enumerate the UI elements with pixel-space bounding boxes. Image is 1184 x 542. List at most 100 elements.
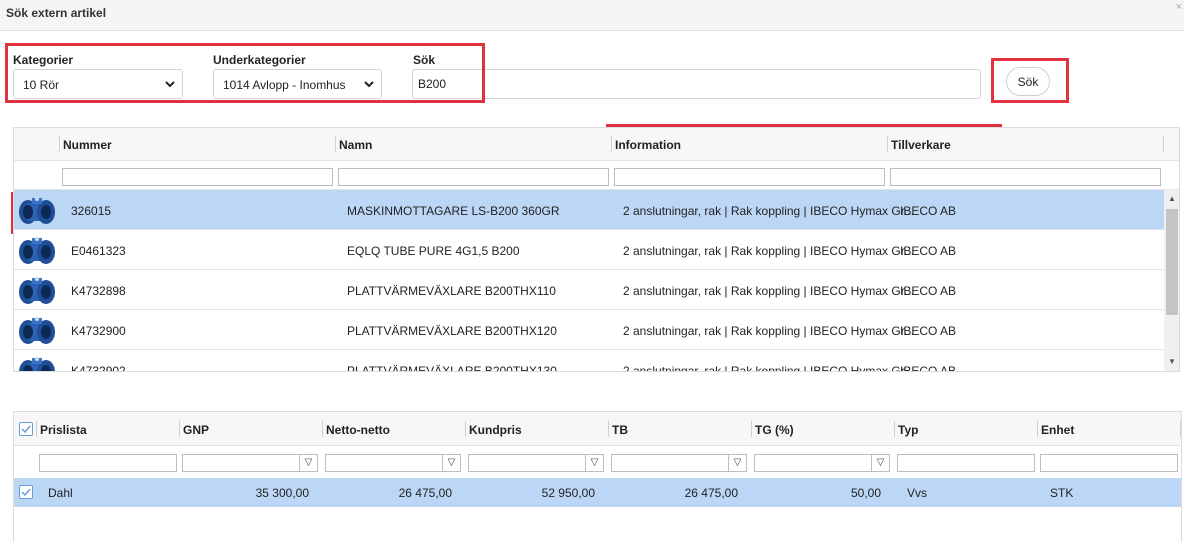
column-nummer[interactable]: Nummer	[63, 138, 112, 152]
articles-grid: Nummer Namn Information Tillverkare 3260…	[13, 127, 1180, 372]
cell-typ: Vvs	[907, 486, 928, 500]
cell-tillverkare: IBECO AB	[900, 324, 957, 338]
price-row[interactable]: Dahl 35 300,00 26 475,00 52 950,00 26 47…	[14, 478, 1181, 507]
filter-input-gnp[interactable]	[182, 454, 300, 472]
cell-enhet: STK	[1050, 486, 1074, 500]
filter-input-information[interactable]	[614, 168, 885, 186]
cell-information: 2 anslutningar, rak | Rak koppling | IBE…	[623, 364, 915, 372]
cell-nummer: K4732902	[71, 364, 126, 372]
filter-icon[interactable]: ▽	[872, 454, 890, 472]
title-bar: Sök extern artikel ×	[0, 0, 1184, 31]
product-image[interactable]	[17, 233, 57, 267]
article-row[interactable]: E0461323 EQLQ TUBE PURE 4G1,5 B200 2 anslu…	[14, 230, 1164, 270]
cell-tillverkare: IBECO AB	[900, 244, 957, 258]
chevron-down-icon	[364, 81, 374, 88]
filter-input-tb[interactable]	[611, 454, 729, 472]
prices-grid: Prislista GNP Netto-netto Kundpris TB TG…	[13, 411, 1182, 542]
product-image[interactable]	[17, 353, 57, 371]
articles-filter-row	[14, 161, 1179, 190]
window-title: Sök extern artikel	[6, 6, 107, 20]
scroll-down-icon[interactable]: ▼	[1167, 357, 1177, 367]
filter-icon[interactable]: ▽	[300, 454, 318, 472]
cell-namn: PLATTVÄRMEVÄXLARE B200THX110	[347, 284, 556, 298]
articles-header: Nummer Namn Information Tillverkare	[14, 128, 1179, 161]
column-separator	[465, 421, 466, 437]
column-separator	[179, 421, 180, 437]
column-prislista[interactable]: Prislista	[40, 423, 87, 437]
cell-nummer: K4732898	[71, 284, 126, 298]
column-separator	[887, 136, 888, 152]
search-button[interactable]: Sök	[1006, 67, 1050, 96]
filter-input-tg[interactable]	[754, 454, 872, 472]
column-separator	[608, 421, 609, 437]
filter-input-nummer[interactable]	[62, 168, 333, 186]
filter-icon[interactable]: ▽	[729, 454, 747, 472]
cell-namn: EQLQ TUBE PURE 4G1,5 B200	[347, 244, 520, 258]
cell-namn: MASKINMOTTAGARE LS-B200 360GR	[347, 204, 560, 218]
cell-tillverkare: IBECO AB	[900, 364, 957, 372]
subcategory-select[interactable]: 1014 Avlopp - Inomhus	[213, 69, 382, 99]
column-separator	[59, 136, 60, 152]
column-tillverkare[interactable]: Tillverkare	[891, 138, 951, 152]
scrollbar-thumb[interactable]	[1166, 209, 1178, 315]
filter-input-namn[interactable]	[338, 168, 609, 186]
prices-header: Prislista GNP Netto-netto Kundpris TB TG…	[14, 412, 1181, 446]
column-information[interactable]: Information	[615, 138, 681, 152]
close-icon[interactable]: ×	[1176, 2, 1182, 13]
column-separator	[335, 136, 336, 152]
filter-input-prislista[interactable]	[39, 454, 177, 472]
filter-icon[interactable]: ▽	[586, 454, 604, 472]
column-separator	[1037, 421, 1038, 437]
filter-input-netto-netto[interactable]	[325, 454, 443, 472]
column-namn[interactable]: Namn	[339, 138, 372, 152]
column-kundpris[interactable]: Kundpris	[469, 423, 522, 437]
chevron-down-icon	[165, 81, 175, 88]
filter-icon[interactable]: ▽	[443, 454, 461, 472]
check-icon	[21, 488, 31, 497]
column-separator	[322, 421, 323, 437]
prices-filter-row: ▽ ▽ ▽ ▽ ▽	[14, 446, 1181, 477]
product-image[interactable]	[17, 193, 57, 227]
article-row[interactable]: 326015 MASKINMOTTAGARE LS-B200 360GR 2 ans…	[14, 190, 1164, 230]
column-tb[interactable]: TB	[612, 423, 628, 437]
cell-tillverkare: IBECO AB	[900, 284, 957, 298]
column-separator	[36, 421, 37, 437]
column-gnp[interactable]: GNP	[183, 423, 209, 437]
cell-information: 2 anslutningar, rak | Rak koppling | IBE…	[623, 324, 915, 338]
cell-tillverkare: IBECO AB	[900, 204, 957, 218]
select-all-checkbox[interactable]	[19, 422, 33, 436]
article-row[interactable]: K4732900 PLATTVÄRMEVÄXLARE B200THX120 2 an…	[14, 310, 1164, 350]
cell-nummer: E0461323	[71, 244, 126, 258]
cell-information: 2 anslutningar, rak | Rak koppling | IBE…	[623, 204, 915, 218]
product-image[interactable]	[17, 313, 57, 347]
column-typ[interactable]: Typ	[898, 423, 918, 437]
cell-nummer: K4732900	[71, 324, 126, 338]
vertical-scrollbar[interactable]: ▲ ▼	[1164, 190, 1179, 371]
cell-information: 2 anslutningar, rak | Rak koppling | IBE…	[623, 284, 915, 298]
article-row[interactable]: K4732902 PLATTVÄRMEVÄXLARE B200THX130 2 an…	[14, 350, 1164, 372]
filter-input-enhet[interactable]	[1040, 454, 1178, 472]
article-row[interactable]: K4732898 PLATTVÄRMEVÄXLARE B200THX110 2 an…	[14, 270, 1164, 310]
category-value: 10 Rör	[23, 78, 60, 92]
filter-input-tillverkare[interactable]	[890, 168, 1161, 186]
category-label: Kategorier	[13, 53, 74, 67]
column-enhet[interactable]: Enhet	[1041, 423, 1074, 437]
column-netto-netto[interactable]: Netto-netto	[326, 423, 390, 437]
cell-kundpris: 52 950,00	[541, 486, 595, 500]
cell-gnp: 35 300,00	[255, 486, 309, 500]
cell-nummer: 326015	[71, 204, 112, 218]
filter-input-kundpris[interactable]	[468, 454, 586, 472]
check-icon	[21, 425, 31, 434]
subcategory-value: 1014 Avlopp - Inomhus	[223, 78, 346, 92]
column-tg[interactable]: TG (%)	[755, 423, 794, 437]
row-checkbox[interactable]	[19, 485, 33, 499]
category-select[interactable]: 10 Rör	[13, 69, 183, 99]
column-separator	[611, 136, 612, 152]
column-separator	[1163, 136, 1164, 152]
column-separator	[1180, 421, 1181, 437]
scroll-up-icon[interactable]: ▲	[1167, 194, 1177, 204]
column-separator	[751, 421, 752, 437]
filter-input-typ[interactable]	[897, 454, 1035, 472]
product-image[interactable]	[17, 273, 57, 307]
search-input[interactable]	[412, 69, 981, 99]
